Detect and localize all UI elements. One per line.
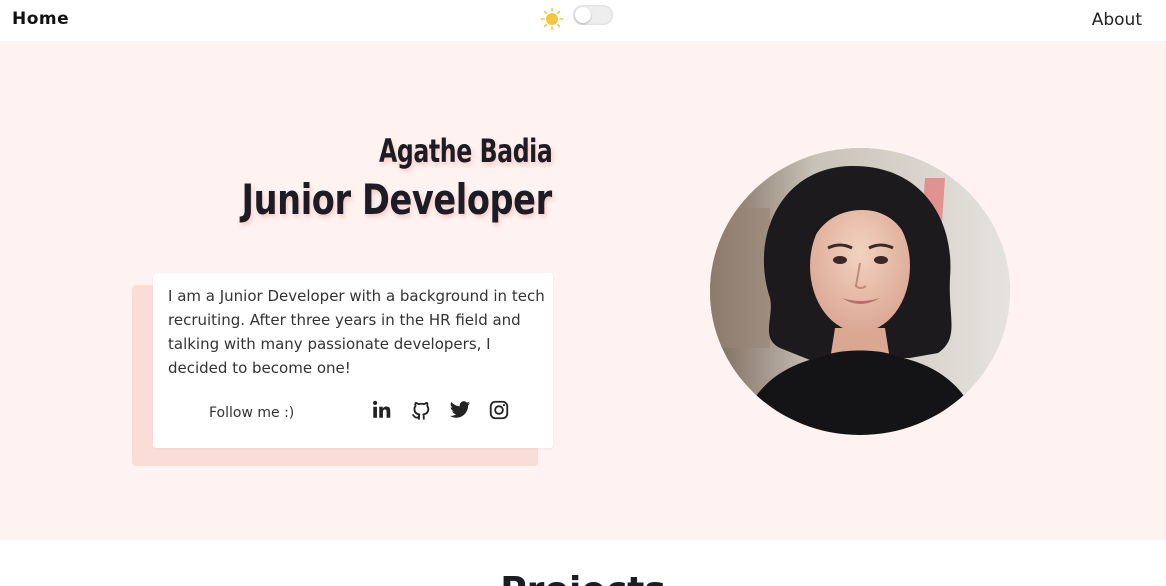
social-links <box>371 399 511 423</box>
hero-role: Junior Developer <box>241 175 553 224</box>
hero-section: Agathe Badia Junior Developer I am a Jun… <box>0 41 1166 540</box>
sun-icon <box>540 7 564 31</box>
top-navigation: Home About <box>0 0 1166 41</box>
nav-about-link[interactable]: About <box>1092 10 1142 30</box>
twitter-icon[interactable] <box>449 399 471 421</box>
profile-photo <box>710 148 1010 435</box>
linkedin-icon[interactable] <box>371 399 393 421</box>
projects-heading: Projects <box>0 570 1166 586</box>
theme-switcher[interactable] <box>540 5 614 31</box>
hero-name: Agathe Badia <box>378 132 553 170</box>
theme-toggle[interactable] <box>573 5 613 25</box>
follow-label: Follow me :) <box>209 405 295 421</box>
toggle-knob <box>575 7 591 23</box>
bio-text: I am a Junior Developer with a backgroun… <box>168 287 545 377</box>
github-icon[interactable] <box>410 399 432 421</box>
bio-card: I am a Junior Developer with a backgroun… <box>153 273 553 448</box>
instagram-icon[interactable] <box>488 399 510 421</box>
nav-home-link[interactable]: Home <box>12 9 69 29</box>
